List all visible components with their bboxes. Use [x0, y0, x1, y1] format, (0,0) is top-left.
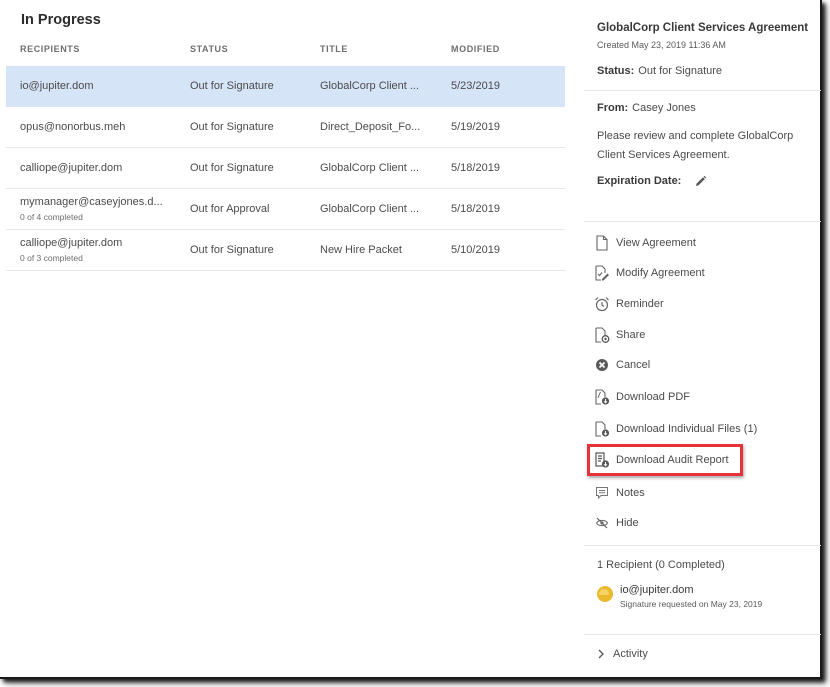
recipient-email: opus@nonorbus.meh [20, 121, 126, 133]
cancel-action[interactable]: Cancel [594, 354, 650, 376]
action-label: Reminder [616, 298, 664, 310]
reminder-action[interactable]: Reminder [594, 293, 664, 315]
column-header-modified[interactable]: MODIFIED [451, 44, 500, 54]
recipient-cell: io@jupiter.dom [20, 80, 94, 92]
completion-count: 0 of 3 completed [20, 253, 83, 263]
alarm-clock-icon [594, 296, 610, 312]
action-label: Download PDF [616, 391, 690, 403]
action-label: Hide [616, 517, 639, 529]
column-header-status[interactable]: STATUS [190, 44, 228, 54]
modified-cell: 5/19/2019 [451, 121, 500, 133]
download-audit-report-action[interactable]: Download Audit Report [594, 449, 729, 471]
agreement-message: Please review and complete GlobalCorp Cl… [597, 130, 794, 161]
modified-cell: 5/18/2019 [451, 162, 500, 174]
title-cell: New Hire Packet [320, 244, 402, 256]
recipients-heading: 1 Recipient (0 Completed) [597, 559, 725, 571]
divider [584, 221, 821, 222]
status-cell: Out for Signature [190, 244, 274, 256]
hide-eye-icon [594, 515, 610, 531]
sender: From: Casey Jones [597, 102, 696, 114]
download-pdf-action[interactable]: Download PDF [594, 386, 690, 408]
action-label: Modify Agreement [616, 267, 705, 279]
cancel-circle-icon [594, 357, 610, 373]
recipient-email: calliope@jupiter.dom [20, 237, 123, 249]
divider [584, 634, 821, 635]
list-header-row: RECIPIENTS STATUS TITLE MODIFIED [6, 44, 565, 58]
modified-cell: 5/10/2019 [451, 244, 500, 256]
view-agreement-action[interactable]: View Agreement [594, 232, 696, 254]
title-cell: Direct_Deposit_Fo... [320, 121, 421, 133]
recipient-status-detail: Signature requested on May 23, 2019 [620, 599, 763, 609]
document-edit-icon [594, 265, 610, 281]
table-row[interactable]: io@jupiter.dom Out for Signature GlobalC… [6, 66, 565, 107]
agreement-details-panel: GlobalCorp Client Services Agreement Cre… [584, 0, 821, 679]
created-date: Created May 23, 2019 11:36 AM [597, 40, 726, 50]
action-label: Notes [616, 487, 645, 499]
modified-cell: 5/18/2019 [451, 203, 500, 215]
notes-icon [594, 485, 610, 501]
list-title: In Progress [21, 12, 101, 28]
activity-label: Activity [613, 648, 648, 660]
recipient-cell: calliope@jupiter.dom [20, 162, 122, 174]
activity-toggle[interactable]: Activity [597, 648, 648, 660]
recipient-cell: opus@nonorbus.meh [20, 121, 125, 133]
edit-expiration-button[interactable] [693, 174, 707, 188]
recipient-cell: calliope@jupiter.dom 0 of 3 completed [20, 237, 122, 263]
notes-action[interactable]: Notes [594, 482, 645, 504]
document-share-icon [594, 327, 610, 343]
document-icon [594, 235, 610, 251]
status-cell: Out for Approval [190, 203, 270, 215]
column-header-title[interactable]: TITLE [320, 44, 348, 54]
pdf-download-icon [594, 389, 610, 405]
action-label: View Agreement [616, 237, 696, 249]
completion-count: 0 of 4 completed [20, 212, 83, 222]
status-cell: Out for Signature [190, 162, 274, 174]
hide-action[interactable]: Hide [594, 512, 639, 534]
table-row[interactable]: mymanager@caseyjones.d... 0 of 4 complet… [6, 189, 565, 230]
status-label: Status: [597, 65, 635, 77]
status-value: Out for Signature [638, 65, 723, 77]
table-row[interactable]: opus@nonorbus.meh Out for Signature Dire… [6, 107, 565, 148]
title-cell: GlobalCorp Client ... [320, 162, 420, 174]
divider [584, 545, 821, 546]
agreement-status: Status: Out for Signature [597, 65, 722, 77]
from-value: Casey Jones [632, 102, 696, 114]
share-action[interactable]: Share [594, 324, 645, 346]
recipient-entry: io@jupiter.dom Signature requested on Ma… [597, 584, 762, 609]
file-download-icon [594, 421, 610, 437]
audit-report-download-icon [594, 452, 610, 468]
list-rows: io@jupiter.dom Out for Signature GlobalC… [6, 66, 565, 271]
recipient-cell: mymanager@caseyjones.d... 0 of 4 complet… [20, 196, 163, 222]
download-individual-files-action[interactable]: Download Individual Files (1) [594, 418, 757, 440]
status-cell: Out for Signature [190, 80, 274, 92]
action-label: Download Audit Report [616, 454, 729, 466]
recipient-email: calliope@jupiter.dom [20, 162, 123, 174]
column-header-recipients[interactable]: RECIPIENTS [20, 44, 80, 54]
recipient-email: io@jupiter.dom [620, 584, 694, 596]
app-window: In Progress RECIPIENTS STATUS TITLE MODI… [0, 0, 822, 679]
agreement-title: GlobalCorp Client Services Agreement [597, 22, 809, 34]
modified-cell: 5/23/2019 [451, 80, 500, 92]
recipient-email: mymanager@caseyjones.d... [20, 196, 163, 208]
modify-agreement-action[interactable]: Modify Agreement [594, 262, 705, 284]
action-label: Share [616, 329, 646, 341]
title-cell: GlobalCorp Client ... [320, 80, 420, 92]
from-label: From: [597, 102, 629, 114]
title-cell: GlobalCorp Client ... [320, 203, 420, 215]
expiration-date: Expiration Date: [597, 174, 707, 188]
divider [584, 90, 821, 91]
table-row[interactable]: calliope@jupiter.dom Out for Signature G… [6, 148, 565, 189]
expiration-label: Expiration Date: [597, 175, 682, 187]
avatar [597, 586, 613, 602]
status-cell: Out for Signature [190, 121, 274, 133]
action-label: Download Individual Files (1) [616, 423, 758, 435]
action-label: Cancel [616, 359, 651, 371]
pencil-icon [695, 175, 707, 186]
table-row[interactable]: calliope@jupiter.dom 0 of 3 completed Ou… [6, 230, 565, 271]
chevron-right-icon [597, 649, 605, 659]
recipient-email: io@jupiter.dom [20, 80, 94, 92]
